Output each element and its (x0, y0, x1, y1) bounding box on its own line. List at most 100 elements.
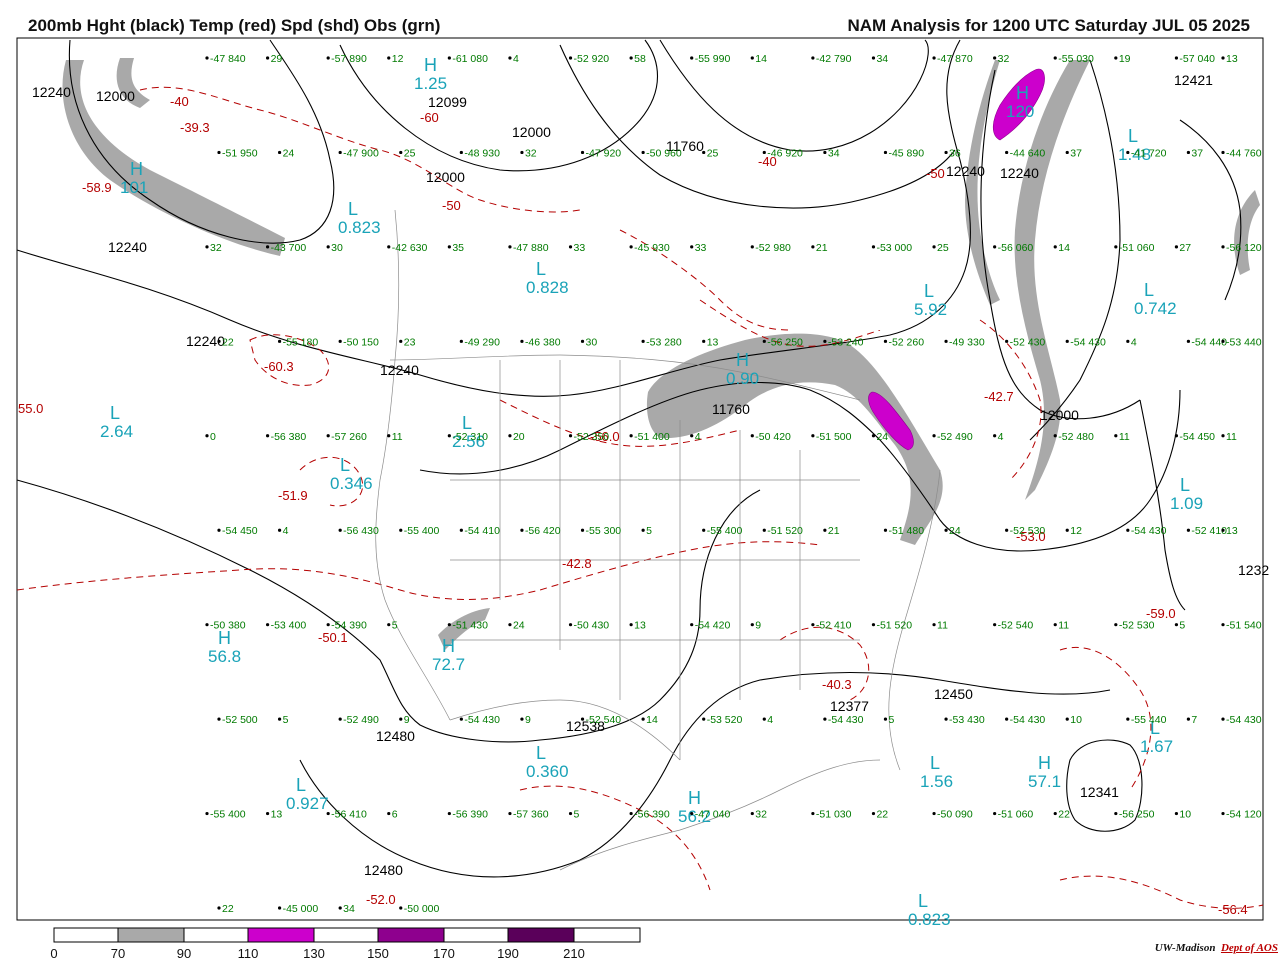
station-dot (1186, 150, 1191, 155)
pressure-center-value: 0.346 (330, 474, 373, 493)
station-obs-label: -54 430 (828, 714, 864, 726)
station-dot (1221, 56, 1225, 60)
station-obs-label: 4 (283, 525, 289, 537)
station-dot (447, 434, 451, 438)
pressure-center-marker: L (918, 891, 928, 911)
station-dot (1114, 245, 1118, 249)
station-obs-label: 35 (452, 242, 464, 254)
station-obs-label: -47 880 (513, 242, 549, 254)
height-label: 12240 (1000, 165, 1039, 181)
station-obs-label: -52 310 (452, 431, 488, 443)
pressure-center-value: 1.56 (920, 772, 953, 791)
pressure-center-marker: H (424, 55, 437, 75)
station-obs-label: 32 (755, 809, 767, 821)
station-obs-label: -56 410 (331, 809, 367, 821)
temperature-label: -56.4 (1218, 902, 1248, 917)
station-obs-label: 11 (392, 431, 403, 443)
pressure-center-marker: L (348, 199, 358, 219)
station-obs-label: -47 900 (343, 147, 379, 159)
station-dot (1174, 245, 1179, 249)
station-obs-label: 6 (392, 809, 398, 821)
station-dot (883, 717, 888, 721)
station-dot (1005, 528, 1009, 532)
station-dot (811, 811, 815, 816)
station-dot (277, 906, 282, 910)
station-obs-label: 22 (876, 809, 888, 821)
temperature-label: -51.9 (278, 488, 308, 503)
station-obs-label: 4 (1131, 336, 1137, 348)
temperature-label: -52.0 (366, 892, 396, 907)
station-dot (326, 811, 330, 816)
station-obs-label: -55 300 (586, 525, 622, 537)
station-dot (387, 623, 391, 627)
station-dot (762, 717, 766, 721)
pressure-center-marker: L (340, 455, 350, 475)
station-obs-label: 34 (876, 53, 888, 65)
station-dot (459, 339, 463, 343)
pressure-center-value: 101 (120, 178, 148, 197)
station-obs-label: -45 890 (888, 147, 924, 159)
station-obs-label: -52 430 (1010, 336, 1046, 348)
station-dot (568, 434, 573, 438)
station-obs-label: 5 (283, 714, 289, 726)
station-obs-label: 12 (1070, 525, 1082, 537)
station-obs-label: -55 400 (707, 525, 743, 537)
station-obs-label: -50 380 (210, 620, 246, 632)
station-obs-label: 24 (949, 525, 961, 537)
station-dot (399, 339, 403, 343)
station-obs-label: 12 (392, 53, 404, 65)
pressure-center-marker: L (924, 281, 934, 301)
station-obs-label: -52 480 (1058, 431, 1094, 443)
station-dot (871, 623, 876, 627)
station-obs-label: 24 (283, 147, 295, 159)
station-dot (1114, 623, 1118, 627)
station-dot (1174, 434, 1179, 438)
pressure-center-value: 0.927 (286, 794, 329, 813)
station-obs-label: -47 840 (210, 53, 246, 65)
station-obs-label: -55 990 (695, 53, 731, 65)
temperature-label: -40 (170, 94, 189, 109)
station-obs-label: 13 (1226, 525, 1238, 537)
station-dot (1174, 623, 1179, 627)
station-obs-label: -56 060 (998, 242, 1034, 254)
station-dot (1174, 56, 1179, 60)
station-dot (641, 528, 645, 532)
station-dot (277, 528, 282, 532)
station-dot (338, 528, 342, 532)
height-label: 12099 (428, 94, 467, 110)
station-dot (811, 245, 815, 249)
legend-tick-190: 190 (497, 946, 519, 960)
station-dot (690, 245, 694, 249)
pressure-center-marker: L (1180, 475, 1190, 495)
station-dot (932, 245, 936, 249)
station-dot (1221, 434, 1225, 438)
station-obs-label: -51 430 (452, 620, 488, 632)
station-dot (1221, 245, 1225, 249)
height-label: 12000 (96, 88, 135, 104)
station-obs-label: -52 530 (1010, 525, 1046, 537)
station-dot (217, 717, 221, 721)
station-dot (265, 56, 270, 60)
station-obs-label: -54 410 (464, 525, 500, 537)
station-obs-label: 23 (404, 336, 416, 348)
station-dot (447, 811, 451, 816)
station-dot (1126, 150, 1130, 155)
station-obs-label: -52 500 (222, 714, 258, 726)
station-dot (993, 56, 997, 60)
legend-tick-150: 150 (367, 946, 389, 960)
station-obs-label: -53 520 (707, 714, 743, 726)
height-label: 12240 (108, 239, 147, 255)
pressure-center-marker: H (1016, 83, 1029, 103)
station-obs-label: -51 030 (816, 809, 852, 821)
station-dot (750, 434, 754, 438)
station-dot (944, 528, 948, 532)
station-obs-label: 33 (695, 242, 707, 254)
station-dot (702, 339, 706, 343)
station-obs-label: 36 (949, 147, 961, 159)
station-dot (326, 623, 330, 627)
station-obs-label: -56 380 (271, 431, 307, 443)
color-bar-segment-0-70 (53, 927, 119, 943)
color-bar-segment-190-210 (507, 927, 575, 943)
station-dot (205, 434, 209, 438)
station-obs-label: 32 (210, 242, 222, 254)
